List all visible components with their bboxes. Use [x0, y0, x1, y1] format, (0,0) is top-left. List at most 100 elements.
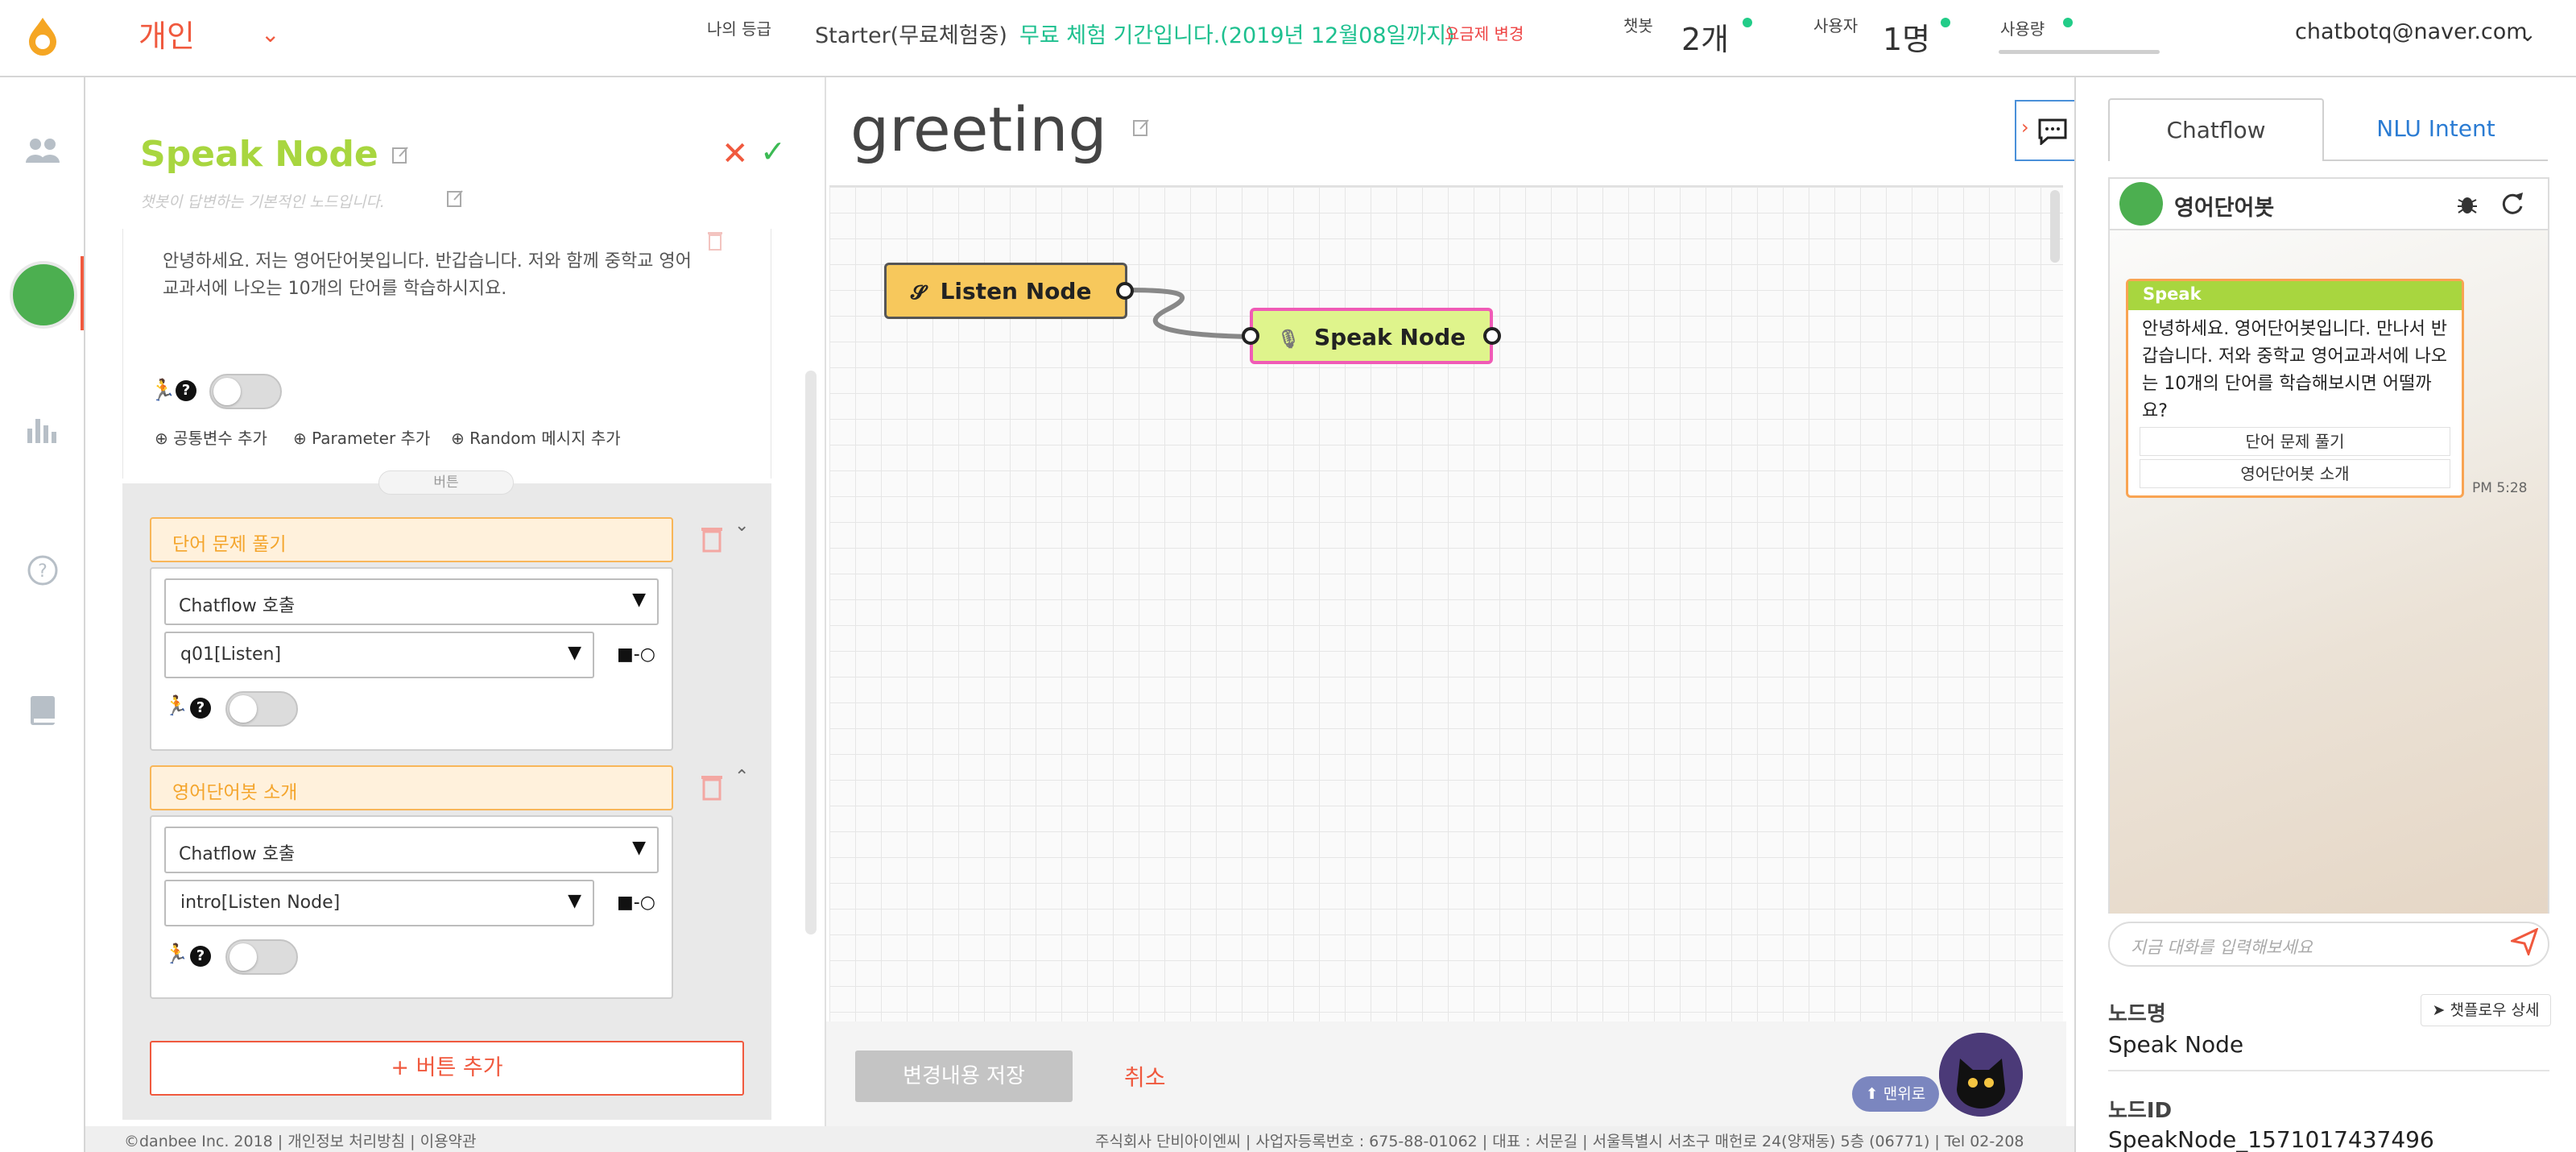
chatbot-avatar[interactable]: [10, 261, 77, 329]
change-plan-link[interactable]: 요금제 변경: [1445, 21, 1524, 44]
toggle-switch[interactable]: [225, 939, 298, 975]
trial-notice: 무료 체험 기간입니다.(2019년 12월08일까지): [1019, 23, 1455, 48]
chevron-down-icon[interactable]: ⌄: [734, 516, 749, 536]
chatbots-label: 챗봇: [1623, 16, 1653, 35]
toggle-switch[interactable]: [209, 374, 282, 409]
scrollbar[interactable]: [805, 371, 817, 934]
help-icon[interactable]: ?: [24, 554, 61, 586]
action-select[interactable]: Chatflow 호출 ▼: [164, 827, 659, 873]
close-icon[interactable]: ✕: [722, 135, 749, 172]
message-type-header: Speak: [2128, 281, 2462, 310]
chatbots-count: 2개: [1681, 22, 1730, 57]
check-icon[interactable]: ✓: [760, 134, 786, 169]
link-icon[interactable]: ■-○: [617, 644, 655, 665]
trash-icon[interactable]: [701, 773, 723, 801]
tab-chatflow[interactable]: Chatflow: [2108, 98, 2324, 161]
quick-reply-button[interactable]: 영어단어봇 소개: [2140, 459, 2450, 488]
button-label-input[interactable]: 단어 문제 풀기: [150, 517, 673, 562]
help-icon[interactable]: ?: [190, 946, 211, 967]
message-text: 안녕하세요. 영어단어봇입니다. 만나서 반갑습니다. 저와 중학교 영어교과서…: [2142, 319, 2448, 421]
footer-right: 주식회사 단비아이엔씨 | 사업자등록번호 : 675-88-01062 | 대…: [1095, 1133, 2024, 1150]
bot-avatar: [2119, 182, 2163, 226]
speak-node[interactable]: 🎙 Speak Node: [1250, 308, 1493, 364]
action-select-value: Chatflow 호출: [179, 596, 296, 616]
quick-reply-button[interactable]: 단어 문제 풀기: [2140, 427, 2450, 456]
chevron-down-icon[interactable]: ⌄: [2519, 23, 2537, 47]
message-time: PM 5:28: [2472, 480, 2528, 496]
target-select-value: intro[Listen Node]: [180, 893, 341, 913]
active-indicator: [81, 256, 84, 330]
link-icon[interactable]: ■-○: [617, 893, 655, 913]
speak-node-label: Speak Node: [1313, 324, 1466, 350]
cat-mascot-icon[interactable]: [1939, 1033, 2023, 1117]
edit-icon[interactable]: [1132, 118, 1152, 137]
node-description: 챗봇이 답변하는 기본적인 노드입니다.: [140, 193, 385, 211]
button-label-input[interactable]: 영어단어봇 소개: [150, 765, 673, 810]
arrow-icon: ➤: [2432, 1001, 2450, 1019]
footer-left[interactable]: ©danbee Inc. 2018 | 개인정보 처리방침 | 이용약관: [124, 1129, 477, 1151]
dropdown-arrow-icon: ▼: [568, 643, 581, 663]
left-nav: [0, 77, 85, 1152]
add-common-variable-label: 공통변수 추가: [173, 429, 267, 448]
scroll-to-top-button[interactable]: ⬆ 맨위로: [1852, 1076, 1939, 1112]
status-dot: [2063, 18, 2073, 27]
output-port[interactable]: [1483, 327, 1501, 345]
edit-icon[interactable]: [446, 189, 465, 208]
node-id-value: SpeakNode_1571017437496: [2108, 1126, 2434, 1152]
toggle-switch[interactable]: [225, 691, 298, 727]
node-title: Speak Node: [140, 134, 378, 175]
target-select[interactable]: q01[Listen] ▼: [164, 632, 594, 678]
action-select[interactable]: Chatflow 호출 ▼: [164, 578, 659, 625]
listen-node[interactable]: 𝓢 Listen Node: [884, 263, 1127, 319]
chevron-right-icon: ›: [2021, 116, 2029, 139]
chat-toggle-button[interactable]: ›: [2015, 100, 2076, 161]
chevron-up-icon[interactable]: ⌃: [734, 767, 749, 787]
chevron-down-icon[interactable]: ⌄: [261, 21, 279, 48]
chatflow-detail-label: 챗플로우 상세: [2450, 1001, 2540, 1019]
node-id-label: 노드ID: [2108, 1099, 2173, 1123]
edit-icon[interactable]: [391, 145, 411, 164]
usage-bar: [1999, 50, 2160, 54]
status-dot: [1941, 18, 1950, 27]
bug-icon[interactable]: [2456, 192, 2479, 216]
my-grade-label: 나의 등급: [707, 19, 771, 39]
plan-name: Starter(무료체험중): [815, 23, 1007, 48]
trash-icon[interactable]: [707, 230, 723, 251]
canvas-scrollbar[interactable]: [2050, 190, 2060, 263]
output-port[interactable]: [1116, 282, 1134, 300]
send-icon[interactable]: [2511, 928, 2538, 955]
book-icon[interactable]: [24, 694, 61, 727]
chatflow-detail-button[interactable]: ➤ 챗플로우 상세: [2421, 994, 2551, 1026]
svg-text:?: ?: [38, 561, 48, 582]
add-random-message-link[interactable]: ⊕ Random 메시지 추가: [451, 425, 621, 449]
account-menu[interactable]: chatbotq@naver.com: [2295, 19, 2528, 44]
danbee-logo-icon[interactable]: [26, 16, 60, 56]
ear-icon: 𝓢: [911, 281, 926, 304]
save-changes-button[interactable]: 변경내용 저장: [855, 1050, 1073, 1102]
speak-text[interactable]: 안녕하세요. 저는 영어단어봇입니다. 반갑습니다. 저와 함께 중학교 영어교…: [163, 248, 694, 303]
input-port[interactable]: [1242, 327, 1259, 345]
help-icon[interactable]: ?: [176, 380, 196, 401]
dropdown-arrow-icon: ▼: [632, 590, 646, 610]
bar-chart-icon[interactable]: [24, 412, 61, 445]
run-icon: 🏃: [164, 694, 188, 717]
users-label: 사용자: [1813, 16, 1859, 35]
tab-nlu-intent[interactable]: NLU Intent: [2324, 98, 2548, 161]
add-parameter-link[interactable]: ⊕ Parameter 추가: [293, 425, 430, 449]
help-icon[interactable]: ?: [190, 698, 211, 719]
target-select-value: q01[Listen]: [180, 644, 282, 665]
workspace-title[interactable]: 개인: [139, 11, 195, 56]
add-common-variable-link[interactable]: ⊕ 공통변수 추가: [155, 425, 267, 449]
usage-label: 사용량: [2000, 19, 2045, 39]
refresh-icon[interactable]: [2500, 190, 2525, 216]
add-button-button[interactable]: + 버튼 추가: [150, 1041, 744, 1096]
microphone-icon: 🎙: [1277, 329, 1300, 350]
action-select-value: Chatflow 호출: [179, 844, 296, 864]
target-select[interactable]: intro[Listen Node] ▼: [164, 880, 594, 926]
cancel-button[interactable]: 취소: [1124, 1060, 1166, 1092]
chat-input[interactable]: 지금 대화를 입력해보세요: [2108, 922, 2549, 967]
section-label: 버튼: [378, 470, 514, 495]
users-icon[interactable]: [24, 134, 61, 166]
trash-icon[interactable]: [701, 525, 723, 553]
listen-node-label: Listen Node: [940, 278, 1092, 305]
